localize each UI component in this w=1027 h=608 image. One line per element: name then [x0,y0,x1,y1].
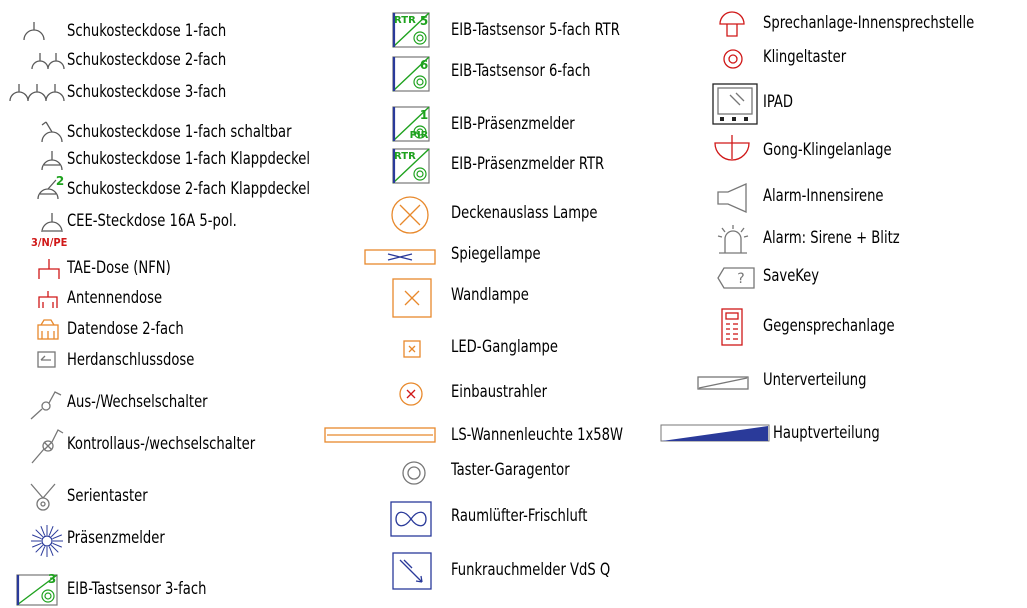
svg-text:6: 6 [420,58,428,72]
legend-label: EIB-Tastsensor 3-fach [67,579,207,599]
legend-label: Spiegellampe [451,244,541,264]
garage-button-icon [402,461,426,485]
presence-detector-icon [31,525,63,557]
eib-sensor-6-icon: 6 [392,56,430,92]
legend-label: Kontrollaus-/wechselschalter [67,434,256,454]
control-switch-icon [31,429,64,464]
flap-socket-icon [41,151,63,171]
legend-label: EIB-Tastsensor 5-fach RTR [451,20,620,40]
mirror-lamp-icon [364,249,436,265]
legend-label: EIB-Präsenzmelder [451,114,575,134]
wall-lamp-icon [392,278,432,318]
led-corridor-lamp-icon [403,340,421,358]
legend-label: Schukosteckdose 3-fach [67,82,227,102]
eib-presence-rtr-icon: RTR [392,148,430,184]
socket-1-icon [23,22,45,41]
legend-label: Datendose 2-fach [67,319,184,339]
legend-label: Einbaustrahler [451,382,548,402]
legend-label: Schukosteckdose 2-fach [67,50,227,70]
svg-text:PIR: PIR [410,130,429,141]
legend-label: EIB-Präsenzmelder RTR [451,154,605,174]
legend-label: Unterverteilung [763,370,867,390]
series-button-icon [30,483,56,511]
legend-label: Hauptverteilung [773,423,880,443]
socket-2-icon [31,53,65,70]
recessed-spot-icon [399,382,423,406]
intercom-icon [721,308,743,346]
legend-label: Schukosteckdose 1-fach Klappdeckel [67,149,310,169]
stove-outlet-icon [37,351,56,368]
switched-socket-icon [41,121,63,143]
legend-label: Herdanschlussdose [67,350,195,370]
main-distribution-icon [660,424,770,442]
legend-label: Deckenauslass Lampe [451,203,598,223]
svg-text:RTR: RTR [394,151,416,162]
legend-label: Schukosteckdose 1-fach [67,21,227,41]
legend: Schukosteckdose 1-fach Schukosteckdose 2-… [0,0,1027,607]
fan-icon [390,501,432,537]
svg-text:5: 5 [420,14,428,28]
legend-label: EIB-Tastsensor 6-fach [451,61,591,81]
eib-sensor-3-icon: 3 [16,572,58,606]
data-socket-icon [37,319,59,340]
legend-label: Funkrauchmelder VdS Q [451,560,611,580]
legend-label: Antennendose [67,288,163,308]
legend-label: Raumlüfter-Frischluft [451,506,588,526]
legend-label: Alarm: Sirene + Blitz [763,228,900,248]
legend-label: Gegensprechanlage [763,316,895,336]
svg-text:1: 1 [420,108,428,122]
siren-icon [717,182,747,214]
svg-text:2: 2 [56,174,64,188]
svg-text:3: 3 [48,572,56,586]
ceiling-lamp-icon [391,196,429,234]
legend-label: LED-Ganglampe [451,337,558,357]
eib-sensor-5-icon: 5 RTR [392,12,430,48]
legend-label: Klingeltaster [763,47,847,67]
tae-socket-icon [38,259,60,279]
svg-text:RTR: RTR [394,15,416,26]
svg-text:?: ? [737,271,744,287]
legend-label: Präsenzmelder [67,528,165,548]
legend-label: Wandlampe [451,285,529,305]
legend-label: CEE-Steckdose 16A 5-pol. [67,211,237,231]
savekey-icon: ? [717,267,755,289]
cee-socket-icon [41,213,63,233]
siren-flash-icon [717,225,749,254]
legend-label: Gong-Klingelanlage [763,140,892,160]
flap-socket-2-icon: 2 [37,174,64,200]
sub-distribution-icon [697,376,749,390]
legend-label: TAE-Dose (NFN) [67,258,171,278]
legend-label: Schukosteckdose 1-fach schaltbar [67,122,292,142]
legend-label: Sprechanlage-Innensprechstelle [763,13,975,33]
gong-icon [714,135,750,161]
legend-label: Serientaster [67,486,148,506]
legend-label: SaveKey [763,266,820,286]
legend-label: Taster-Garagentor [451,460,570,480]
legend-label: LS-Wannenleuchte 1x58W [451,425,624,445]
trough-luminaire-icon [324,427,436,443]
legend-label: Schukosteckdose 2-fach Klappdeckel [67,179,310,199]
intercom-indoor-icon [719,11,745,37]
bell-button-icon [723,49,743,69]
antenna-socket-icon [38,291,58,308]
legend-label: Alarm-Innensirene [763,186,884,206]
eib-presence-icon: 1 PIR [392,106,430,142]
smoke-detector-icon [392,552,432,590]
ipad-icon [712,83,758,125]
socket-3-icon [9,84,65,102]
switch-icon [30,391,62,420]
cee-socket-note: 3/N/PE [31,236,68,249]
legend-label: IPAD [763,92,794,112]
legend-label: Aus-/Wechselschalter [67,392,208,412]
